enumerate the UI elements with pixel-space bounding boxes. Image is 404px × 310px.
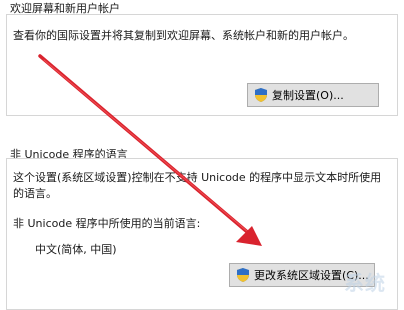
shield-icon: [255, 88, 267, 102]
welcome-section-description: 查看你的国际设置并将其复制到欢迎屏幕、系统帐户和新的用户帐户。: [13, 29, 354, 42]
unicode-description-line1: 这个设置(系统区域设置)控制在不支持 Unicode 的程序中显示文本时所使用: [13, 171, 382, 184]
watermark-logo: 系统: [344, 271, 386, 295]
copy-settings-button[interactable]: 复制设置(O)...: [247, 83, 379, 107]
unicode-section-box: 这个设置(系统区域设置)控制在不支持 Unicode 的程序中显示文本时所使用 …: [6, 158, 398, 310]
shield-icon: [237, 268, 249, 282]
current-language-value: 中文(简体, 中国): [35, 243, 117, 256]
welcome-section-box: 查看你的国际设置并将其复制到欢迎屏幕、系统帐户和新的用户帐户。 复制设置(O).…: [6, 14, 398, 116]
current-language-label: 非 Unicode 程序中所使用的当前语言:: [13, 217, 201, 230]
copy-settings-button-label: 复制设置(O)...: [272, 89, 344, 102]
unicode-description-line2: 的语言。: [13, 187, 57, 200]
